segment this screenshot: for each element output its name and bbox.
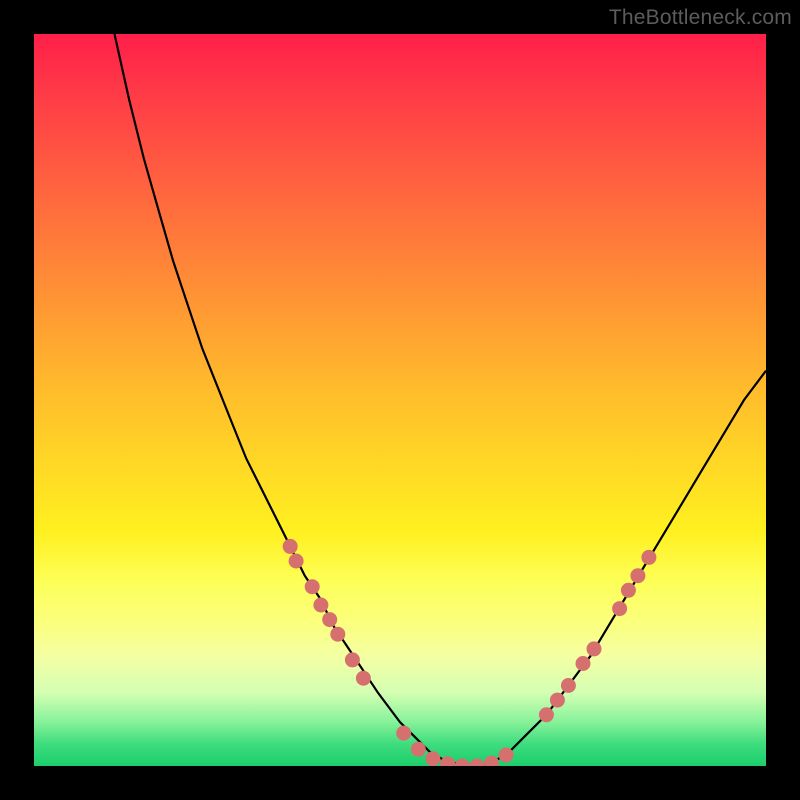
data-marker <box>469 759 484 767</box>
data-marker <box>455 759 470 767</box>
data-marker <box>630 568 645 583</box>
data-marker <box>641 550 656 565</box>
data-marker <box>561 678 576 693</box>
data-marker <box>587 641 602 656</box>
data-marker <box>440 756 455 766</box>
data-marker <box>289 554 304 569</box>
watermark-text: TheBottleneck.com <box>609 6 792 30</box>
data-marker <box>322 612 337 627</box>
data-marker <box>283 539 298 554</box>
data-marker <box>612 601 627 616</box>
data-markers <box>283 539 657 766</box>
bottleneck-curve <box>115 34 767 766</box>
data-marker <box>576 656 591 671</box>
data-marker <box>484 756 499 766</box>
data-marker <box>313 598 328 613</box>
chart-frame: TheBottleneck.com <box>0 0 800 800</box>
chart-plot-area <box>34 34 766 766</box>
data-marker <box>396 726 411 741</box>
data-marker <box>305 579 320 594</box>
data-marker <box>425 751 440 766</box>
data-marker <box>621 583 636 598</box>
data-marker <box>499 748 514 763</box>
data-marker <box>345 652 360 667</box>
data-marker <box>330 627 345 642</box>
data-marker <box>411 742 426 757</box>
chart-overlay <box>34 34 766 766</box>
data-marker <box>356 671 371 686</box>
data-marker <box>539 707 554 722</box>
data-marker <box>550 693 565 708</box>
